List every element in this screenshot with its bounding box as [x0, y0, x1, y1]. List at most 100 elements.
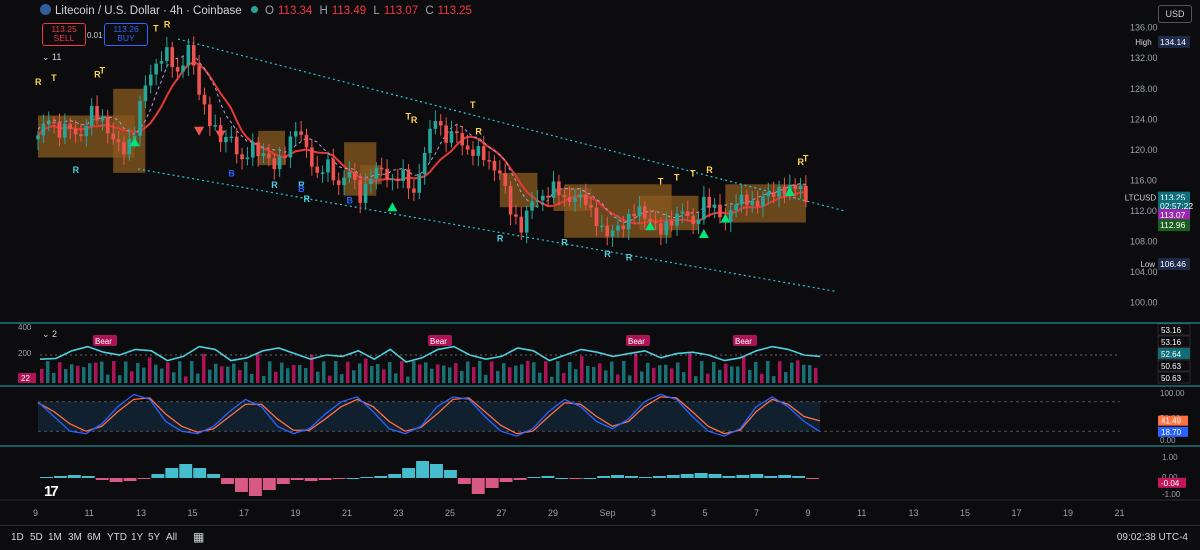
- volume-bar: [64, 369, 68, 383]
- candle-body: [492, 160, 497, 171]
- candle-body: [406, 169, 411, 189]
- indicator-1-badge: 22: [21, 374, 30, 383]
- histogram-bar: [235, 478, 248, 492]
- histogram-bar: [778, 475, 792, 478]
- candle-body: [508, 185, 513, 215]
- candle-body: [750, 200, 755, 206]
- buy-button[interactable]: 113.26 BUY: [104, 23, 148, 46]
- candle-body: [621, 225, 626, 230]
- candle-body: [240, 154, 244, 160]
- price-tick-label: 128.00: [1130, 84, 1158, 94]
- volume-bar: [466, 361, 470, 383]
- candle-body: [116, 139, 121, 143]
- price-tick-label: 116.00: [1130, 175, 1157, 185]
- candle-body: [734, 204, 738, 211]
- volume-bar: [424, 362, 428, 383]
- candle-body: [755, 200, 760, 207]
- candle-body: [326, 159, 330, 173]
- candle-body: [626, 213, 631, 230]
- signal-label: T: [690, 169, 696, 179]
- candle-body: [245, 157, 250, 160]
- signal-label: R: [706, 165, 713, 175]
- candle-body: [551, 181, 556, 198]
- tradingview-logo[interactable]: 17: [44, 483, 59, 500]
- candle-body: [422, 152, 427, 175]
- candle-body: [567, 197, 572, 202]
- calendar-icon[interactable]: ▦: [193, 530, 204, 544]
- volume-bar: [778, 361, 782, 383]
- candle-body: [293, 131, 298, 137]
- histogram-bar: [290, 478, 304, 480]
- volume-bar: [562, 373, 566, 383]
- volume-bar: [682, 372, 686, 383]
- clock[interactable]: 09:02:38 UTC-4: [1117, 532, 1188, 543]
- price-tick-label: 108.00: [1130, 237, 1158, 247]
- timeframe-ytd[interactable]: YTD: [107, 532, 127, 543]
- candle-body: [272, 158, 277, 170]
- volume-bar: [526, 360, 530, 383]
- signal-label: R: [561, 237, 568, 247]
- candle-body: [208, 104, 212, 127]
- histogram-bar: [332, 478, 346, 479]
- time-axis-label: 19: [291, 508, 301, 518]
- timeframe-5d[interactable]: 5D: [30, 532, 43, 543]
- bottom-toolbar: 1D 5D 1M 3M 6M YTD 1Y 5Y All ▦ 09:02:38 …: [0, 525, 1200, 550]
- volume-bar: [754, 361, 758, 383]
- timeframe-1y[interactable]: 1Y: [131, 532, 143, 543]
- timeframe-1d[interactable]: 1D: [11, 532, 24, 543]
- candle-body: [336, 180, 341, 186]
- stochastic-tag: 18.70: [1161, 428, 1182, 437]
- candle-body: [358, 179, 362, 203]
- histogram-bar: [652, 476, 666, 478]
- candle-body: [685, 211, 690, 216]
- candle-body: [95, 106, 99, 121]
- candle-body: [745, 194, 749, 206]
- volume-bar: [478, 361, 482, 383]
- signal-label: R: [73, 165, 80, 175]
- symbol-title[interactable]: Litecoin / U.S. Dollar · 4h · Coinbase: [55, 5, 242, 17]
- volume-bar: [154, 364, 158, 383]
- stochastic-tick: 0.00: [1160, 436, 1176, 445]
- volume-bar: [568, 362, 572, 383]
- volume-bar: [340, 374, 344, 383]
- sell-button[interactable]: 113.25 SELL: [42, 23, 86, 46]
- histogram-bar: [792, 476, 806, 478]
- timeframe-5y[interactable]: 5Y: [148, 532, 160, 543]
- timeframe-6m[interactable]: 6M: [87, 532, 101, 543]
- volume-bar: [490, 361, 494, 383]
- volume-bar: [622, 361, 626, 383]
- volume-bar: [136, 362, 140, 383]
- histogram-bar: [165, 468, 179, 478]
- indicators-toggle[interactable]: ⌄ 11: [42, 52, 61, 63]
- histogram-bar: [207, 474, 221, 478]
- symbol-header[interactable]: Litecoin / U.S. Dollar · 4h · Coinbase O…: [40, 4, 476, 17]
- histogram-bar: [569, 478, 583, 479]
- candle-body: [675, 213, 679, 226]
- indicator-1-toggle[interactable]: ⌄ 2: [42, 329, 57, 340]
- volume-bar: [712, 361, 716, 383]
- low-tag-value: 106.46: [1160, 259, 1186, 269]
- candle-body: [643, 206, 647, 219]
- time-axis-label: 13: [909, 508, 919, 518]
- volume-bar: [574, 369, 578, 383]
- volume-bar: [112, 361, 116, 383]
- candle-body: [234, 136, 239, 155]
- candle-body: [793, 185, 797, 190]
- bear-label: Bear: [735, 337, 752, 346]
- volume-bar: [46, 361, 50, 383]
- time-axis-label: 9: [33, 508, 38, 518]
- chart-canvas[interactable]: R T RTT RT RTRT T T RRTRR RRR RR RBBB Bear Bear Bear…: [0, 0, 1200, 549]
- candle-body: [605, 225, 610, 237]
- volume-bar: [442, 365, 446, 383]
- candle-body: [84, 126, 89, 137]
- timeframe-3m[interactable]: 3M: [68, 532, 82, 543]
- volume-bar: [730, 366, 734, 383]
- histogram-bar: [457, 478, 471, 484]
- low-value: 113.07: [383, 5, 419, 17]
- candle-body: [181, 65, 185, 72]
- histogram-bar: [262, 478, 276, 490]
- currency-button[interactable]: USD: [1158, 5, 1192, 23]
- histogram-bar: [248, 478, 262, 496]
- timeframe-1m[interactable]: 1M: [48, 532, 62, 543]
- timeframe-all[interactable]: All: [166, 532, 177, 543]
